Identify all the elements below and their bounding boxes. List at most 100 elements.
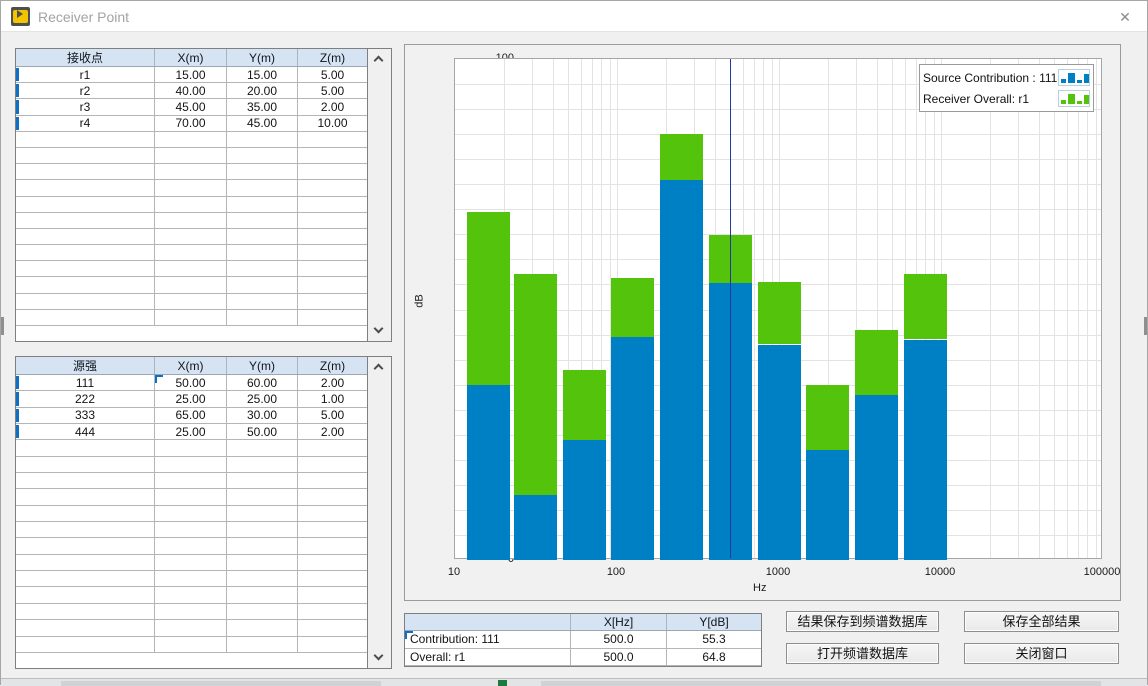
table-cell[interactable] (298, 294, 367, 309)
table-cell[interactable] (298, 310, 367, 325)
table-row[interactable]: 22225.0025.001.00 (16, 391, 367, 407)
table-cell[interactable] (155, 261, 227, 276)
table-row[interactable]: Contribution: 111500.055.3 (405, 631, 761, 649)
scroll-up-icon[interactable] (375, 55, 383, 63)
table-cell[interactable]: Contribution: 111 (405, 631, 571, 648)
table-cell[interactable] (155, 164, 227, 179)
save-all-results-button[interactable]: 保存全部结果 (964, 611, 1119, 632)
table-cell[interactable] (155, 489, 227, 504)
table-cell[interactable] (16, 637, 155, 652)
table-cell[interactable] (227, 440, 298, 455)
table-cell[interactable] (227, 489, 298, 504)
table-cell[interactable] (16, 164, 155, 179)
table-cell[interactable] (155, 310, 227, 325)
table-cell[interactable] (16, 245, 155, 260)
table-cell[interactable]: 25.00 (155, 391, 227, 406)
table-row[interactable] (16, 489, 367, 505)
table-cell[interactable] (227, 164, 298, 179)
table-cell[interactable]: 2.00 (298, 99, 367, 114)
table-cell[interactable]: 5.00 (298, 408, 367, 423)
table-row[interactable] (16, 277, 367, 293)
table-cell[interactable] (298, 506, 367, 521)
table-cell[interactable] (298, 148, 367, 163)
table-cell[interactable] (227, 197, 298, 212)
table-row[interactable] (16, 440, 367, 456)
bar-plot-icon[interactable] (1058, 69, 1090, 86)
table-row[interactable]: 11150.0060.002.00 (16, 375, 367, 391)
table-cell[interactable] (227, 294, 298, 309)
table-cell[interactable] (16, 506, 155, 521)
table-cell[interactable]: 70.00 (155, 116, 227, 131)
table-cell[interactable] (155, 555, 227, 570)
table-cell[interactable] (298, 245, 367, 260)
table-cell[interactable] (16, 538, 155, 553)
table-cell[interactable] (298, 197, 367, 212)
table-cell[interactable] (16, 571, 155, 586)
table-cell[interactable] (155, 506, 227, 521)
table-cell[interactable] (227, 538, 298, 553)
table-row[interactable] (16, 571, 367, 587)
table-cell[interactable]: 222 (16, 391, 155, 406)
table-cell[interactable] (298, 132, 367, 147)
table-cell[interactable]: Overall: r1 (405, 649, 571, 666)
table-cell[interactable] (16, 620, 155, 635)
table-cell[interactable]: 20.00 (227, 83, 298, 98)
scroll-down-icon[interactable] (375, 327, 383, 335)
table-cell[interactable] (298, 571, 367, 586)
table-cell[interactable] (16, 473, 155, 488)
table-cell[interactable]: 500.0 (571, 631, 667, 648)
table-row[interactable] (16, 132, 367, 148)
table-cell[interactable] (155, 148, 227, 163)
table-cell[interactable] (227, 310, 298, 325)
table-cell[interactable] (155, 180, 227, 195)
table-cell[interactable] (16, 489, 155, 504)
table-row[interactable] (16, 457, 367, 473)
table-row[interactable] (16, 229, 367, 245)
table-cell[interactable] (155, 522, 227, 537)
table-row[interactable] (16, 148, 367, 164)
table-row[interactable]: r345.0035.002.00 (16, 99, 367, 115)
table-cell[interactable]: 25.00 (227, 391, 298, 406)
table-cell[interactable] (227, 261, 298, 276)
table-cell[interactable]: 60.00 (227, 375, 298, 390)
scroll-up-icon[interactable] (375, 363, 383, 371)
table-cell[interactable] (227, 457, 298, 472)
table-cell[interactable] (298, 522, 367, 537)
table-cell[interactable]: 333 (16, 408, 155, 423)
table-row[interactable] (16, 604, 367, 620)
table-row[interactable] (16, 555, 367, 571)
table-cell[interactable] (16, 294, 155, 309)
table-cell[interactable] (298, 473, 367, 488)
table-cell[interactable]: r2 (16, 83, 155, 98)
table-row[interactable] (16, 587, 367, 603)
table-cell[interactable] (227, 148, 298, 163)
table-cell[interactable] (155, 620, 227, 635)
table-cell[interactable]: 2.00 (298, 375, 367, 390)
table-cell[interactable] (298, 440, 367, 455)
table-cell[interactable]: 64.8 (667, 649, 761, 666)
open-spectrum-db-button[interactable]: 打开频谱数据库 (786, 643, 939, 664)
table-cell[interactable] (298, 180, 367, 195)
table-row[interactable] (16, 538, 367, 554)
table-cell[interactable] (16, 310, 155, 325)
table-cell[interactable]: 2.00 (298, 424, 367, 439)
table-row[interactable] (16, 294, 367, 310)
table-cell[interactable] (16, 261, 155, 276)
save-to-spectrum-db-button[interactable]: 结果保存到频谱数据库 (786, 611, 939, 632)
table-cell[interactable] (155, 473, 227, 488)
table-row[interactable] (16, 637, 367, 653)
table-cell[interactable] (16, 440, 155, 455)
table-cell[interactable]: r3 (16, 99, 155, 114)
table-cell[interactable] (227, 604, 298, 619)
table-cell[interactable] (155, 440, 227, 455)
table-cell[interactable] (155, 587, 227, 602)
table-cell[interactable] (155, 637, 227, 652)
table-cell[interactable] (227, 473, 298, 488)
table-cell[interactable] (298, 277, 367, 292)
table-row[interactable]: r115.0015.005.00 (16, 67, 367, 83)
receiver-table-scrollbar[interactable] (367, 49, 391, 341)
table-cell[interactable]: 30.00 (227, 408, 298, 423)
table-cell[interactable] (227, 229, 298, 244)
source-table-scrollbar[interactable] (367, 357, 391, 668)
table-row[interactable] (16, 180, 367, 196)
